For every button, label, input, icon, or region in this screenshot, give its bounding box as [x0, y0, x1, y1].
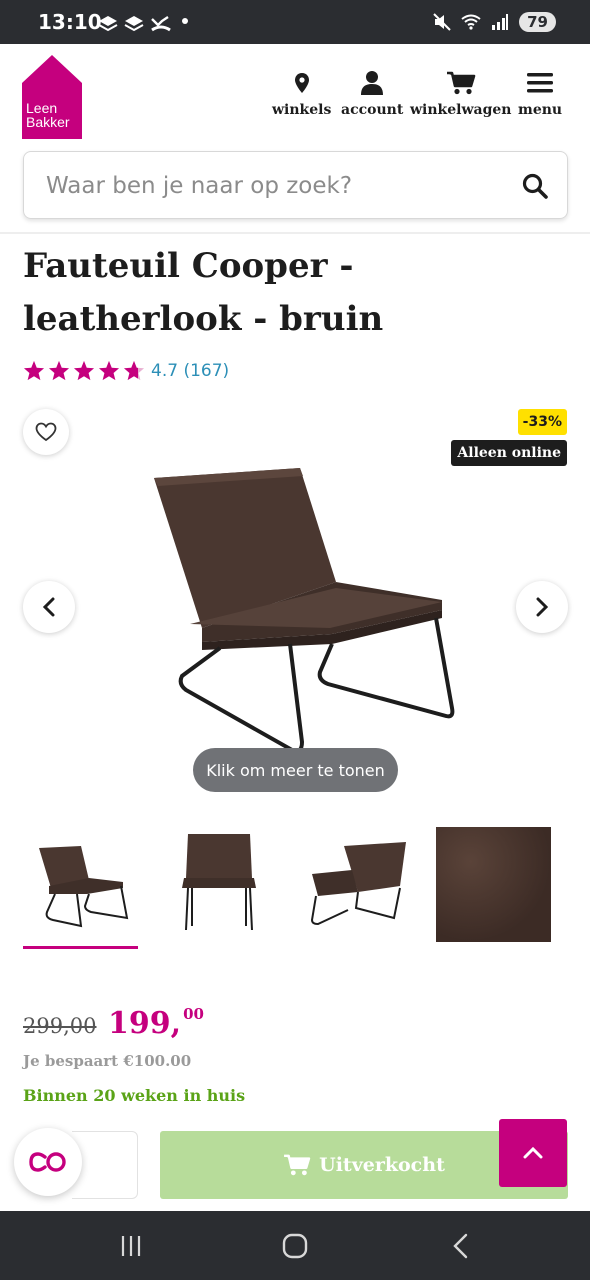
- online-only-badge: Alleen online: [451, 440, 567, 466]
- next-image-button[interactable]: [516, 581, 568, 633]
- status-bar: 13:10 79: [0, 0, 590, 44]
- missed-call-icon: [151, 16, 171, 32]
- mute-icon: [433, 13, 451, 31]
- chat-logo-icon: [29, 1152, 66, 1172]
- nav-label-menu: menu: [518, 102, 563, 118]
- product-image[interactable]: [150, 462, 460, 754]
- leen-bakker-logo[interactable]: Leen Bakker: [22, 55, 82, 139]
- quantity-field[interactable]: [72, 1131, 138, 1199]
- star-icon: [73, 360, 95, 381]
- wifi-icon: [461, 14, 481, 30]
- cart-icon: [446, 71, 476, 95]
- new-price: 199, 00: [108, 1005, 204, 1041]
- delivery-text: Binnen 20 weken in huis: [23, 1086, 246, 1105]
- saving-text: Je bespaart €100.00: [23, 1052, 192, 1070]
- more-notifications-dot: [182, 18, 188, 24]
- system-nav-bar: [0, 1211, 590, 1280]
- user-icon: [361, 71, 384, 95]
- thumbnail-4[interactable]: [436, 827, 551, 942]
- nav-account[interactable]: account: [341, 70, 403, 118]
- nav-menu[interactable]: menu: [518, 70, 562, 118]
- notification-icon: [124, 16, 144, 32]
- status-time: 13:10: [38, 10, 102, 34]
- nav-winkels[interactable]: winkels: [272, 70, 331, 118]
- recent-apps-icon[interactable]: [116, 1231, 146, 1261]
- new-price-main: 199,: [108, 1006, 182, 1041]
- star-half-icon: [123, 360, 145, 381]
- favorite-button[interactable]: [23, 409, 69, 455]
- active-thumbnail-indicator: [23, 946, 138, 949]
- notification-icon: [98, 16, 118, 32]
- thumbnail-3[interactable]: [302, 826, 418, 942]
- logo-text: Leen Bakker: [26, 101, 70, 129]
- chevron-right-icon: [536, 597, 549, 617]
- back-icon[interactable]: [446, 1231, 476, 1261]
- new-price-cents: 00: [183, 1005, 204, 1023]
- battery-indicator: 79: [519, 12, 556, 32]
- map-pin-icon: [294, 73, 309, 93]
- logo-line-1: Leen: [26, 100, 58, 116]
- star-icon: [98, 360, 120, 381]
- chat-button[interactable]: [14, 1128, 82, 1196]
- prev-image-button[interactable]: [23, 581, 75, 633]
- star-icon: [48, 360, 70, 381]
- home-icon[interactable]: [280, 1231, 310, 1261]
- old-price: 299,00: [23, 1014, 97, 1038]
- cart-icon: [284, 1154, 311, 1176]
- rating-stars: [23, 360, 145, 381]
- search-input[interactable]: [46, 166, 496, 206]
- star-icon: [23, 360, 45, 381]
- search-icon[interactable]: [521, 172, 549, 200]
- heart-icon: [35, 422, 57, 442]
- notification-icons: [98, 15, 172, 33]
- chevron-left-icon: [42, 597, 55, 617]
- nav-label-account: account: [341, 102, 404, 118]
- search-bar: [23, 151, 568, 219]
- signal-icon: [492, 14, 509, 30]
- back-to-top-button[interactable]: [499, 1119, 567, 1187]
- thumbnail-2[interactable]: [164, 826, 280, 942]
- rating-text[interactable]: 4.7 (167): [151, 361, 229, 381]
- hamburger-icon: [527, 73, 554, 93]
- nav-label-winkelwagen: winkelwagen: [410, 102, 512, 118]
- thumbnail-1[interactable]: [23, 826, 139, 942]
- system-icons: 79: [433, 12, 556, 32]
- discount-badge: -33%: [517, 409, 567, 435]
- product-rating[interactable]: 4.7 (167): [23, 360, 229, 381]
- nav-winkelwagen[interactable]: winkelwagen: [410, 70, 511, 118]
- sold-out-label: Uitverkocht: [319, 1154, 445, 1176]
- chevron-up-icon: [523, 1146, 543, 1159]
- show-more-button[interactable]: Klik om meer te tonen: [193, 748, 398, 792]
- header-divider: [0, 232, 590, 234]
- product-title: Fauteuil Cooper - leatherlook - bruin: [23, 246, 384, 339]
- nav-label-winkels: winkels: [272, 102, 332, 118]
- logo-line-2: Bakker: [26, 114, 70, 130]
